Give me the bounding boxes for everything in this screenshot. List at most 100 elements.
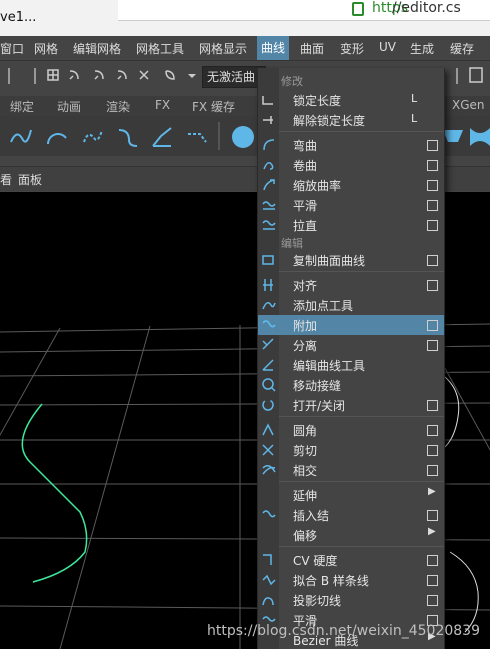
menu-cache[interactable]: 缓存 (450, 40, 474, 57)
scale-curvature-icon (263, 179, 275, 191)
option-box[interactable] (427, 255, 438, 266)
fillet-icon (262, 423, 274, 436)
menu-item-duplicate-surface-curves[interactable]: 复制曲面曲线 (258, 250, 444, 270)
option-box[interactable] (427, 425, 438, 436)
detach-icon (262, 338, 274, 350)
bend-icon (263, 139, 275, 151)
menu-edit-mesh[interactable]: 编辑网格 (73, 40, 121, 57)
menu-mesh-display[interactable]: 网格显示 (199, 40, 247, 57)
panel-menu-view[interactable]: 看 (0, 171, 12, 188)
url-text[interactable]: //editor.cs (392, 0, 461, 16)
option-box[interactable] (427, 555, 438, 566)
ep-curve-icon[interactable] (80, 124, 106, 150)
menu-uv[interactable]: UV (379, 40, 396, 54)
panel-menu-panels[interactable]: 面板 (18, 171, 42, 188)
project-tangent-icon (262, 597, 274, 606)
browser-tab-title[interactable]: ve1... (0, 10, 36, 25)
menu-item-project-tangent[interactable]: 投影切线 (258, 590, 444, 610)
option-box[interactable] (427, 340, 438, 351)
menu-deform[interactable]: 变形 (340, 40, 364, 57)
menu-item-edit-curve-tool[interactable]: 编辑曲线工具 (258, 355, 444, 375)
menu-curves[interactable]: 曲线 (257, 36, 290, 60)
tab-animation[interactable]: 动画 (57, 98, 81, 115)
option-box[interactable] (427, 445, 438, 456)
menu-item-align[interactable]: 对齐 (258, 275, 444, 295)
menu-item-insert-knot[interactable]: 插入结 (258, 505, 444, 525)
option-box[interactable] (427, 220, 438, 231)
menu-item-add-points-tool[interactable]: 添加点工具 (258, 295, 444, 315)
menu-item-cut[interactable]: 剪切 (258, 440, 444, 460)
menu-window[interactable]: 窗口 (0, 40, 24, 57)
curves-menu: 修改 锁定长度 L 解除锁定长度 L 弯曲 卷曲 缩放曲率 平滑 拉直 编辑 复制曲… (257, 68, 445, 649)
lock-icon (352, 2, 364, 16)
two-point-arc-icon[interactable] (184, 124, 210, 150)
menu-mesh[interactable]: 网格 (34, 40, 58, 57)
menu-item-extend[interactable]: 延伸 ▶ (258, 485, 444, 505)
fit-bspline-icon (262, 574, 276, 586)
menu-surfaces[interactable]: 曲面 (300, 40, 324, 57)
tab-xgen[interactable]: XGen (452, 98, 485, 112)
watermark: https://blog.csdn.net/weixin_45020839 (206, 623, 480, 639)
cut-icon (262, 444, 274, 456)
arc-tool-icon[interactable] (44, 124, 70, 150)
menu-item-detach[interactable]: 分离 (258, 335, 444, 355)
menu-item-scale-curvature[interactable]: 缩放曲率 (258, 175, 444, 195)
option-box[interactable] (427, 595, 438, 606)
tab-fx-cache[interactable]: FX 缓存 (192, 98, 235, 115)
lock-length-icon (262, 96, 273, 105)
option-box[interactable] (427, 320, 438, 331)
tab-rendering[interactable]: 渲染 (106, 98, 130, 115)
white-curve-2[interactable] (449, 551, 479, 633)
bezier-icon[interactable] (115, 124, 141, 150)
green-curve[interactable] (21, 403, 88, 583)
sphere-icon[interactable] (230, 124, 256, 150)
menu-item-lock-length[interactable]: 锁定长度 L (258, 90, 444, 110)
option-box[interactable] (427, 510, 438, 521)
edit-curve-tool-icon (262, 359, 274, 371)
menu-item-curl[interactable]: 卷曲 (258, 155, 444, 175)
tab-rigging[interactable]: 绑定 (10, 98, 34, 115)
menu-item-cv-hardness[interactable]: CV 硬度 (258, 550, 444, 570)
unlock-length-icon (263, 116, 273, 124)
menu-item-bend[interactable]: 弯曲 (258, 135, 444, 155)
section-modify: 修改 (281, 75, 303, 88)
duplicate-surface-curves-icon (262, 255, 274, 265)
option-box[interactable] (427, 160, 438, 171)
separator (279, 546, 444, 547)
menu-mesh-tools[interactable]: 网格工具 (136, 40, 184, 57)
menu-item-move-seam[interactable]: 移动接缝 (258, 375, 444, 395)
option-box[interactable] (427, 140, 438, 151)
option-box[interactable] (427, 575, 438, 586)
open-close-icon (262, 399, 274, 411)
option-box[interactable] (427, 465, 438, 476)
submenu-arrow-icon: ▶ (428, 486, 436, 497)
option-box[interactable] (427, 280, 438, 291)
render-icon[interactable] (452, 61, 490, 91)
option-box[interactable] (427, 200, 438, 211)
smooth-icon (262, 201, 276, 210)
pencil-curve-icon[interactable] (149, 124, 175, 150)
tab-fx[interactable]: FX (155, 98, 170, 112)
menu-item-smooth[interactable]: 平滑 (258, 195, 444, 215)
white-curve-1[interactable] (444, 376, 460, 448)
align-icon (263, 279, 273, 291)
cv-hardness-icon (263, 554, 272, 565)
menu-item-straighten[interactable]: 拉直 (258, 215, 444, 235)
menu-generate[interactable]: 生成 (410, 40, 434, 57)
cv-curve-icon[interactable] (8, 124, 34, 150)
menu-item-intersect[interactable]: 相交 (258, 460, 444, 480)
curl-icon (263, 162, 274, 170)
menu-item-open-close[interactable]: 打开/关闭 (258, 395, 444, 415)
menu-item-attach[interactable]: 附加 (258, 315, 444, 335)
option-box[interactable] (427, 400, 438, 411)
loft-icon[interactable] (468, 124, 490, 150)
menu-item-unlock-length[interactable]: 解除锁定长度 L (258, 110, 444, 130)
menu-item-offset[interactable]: 偏移 ▶ (258, 525, 444, 545)
menu-item-fillet[interactable]: 圆角 (258, 420, 444, 440)
menu-item-fit-bspline[interactable]: 拟合 B 样条线 (258, 570, 444, 590)
submenu-arrow-icon: ▶ (428, 526, 436, 537)
menu-bar: 窗口 网格 编辑网格 网格工具 网格显示 曲线 曲面 变形 UV 生成 缓存 (0, 36, 490, 61)
snap-icons[interactable] (0, 61, 200, 91)
option-box[interactable] (427, 180, 438, 191)
attach-icon (262, 320, 276, 328)
